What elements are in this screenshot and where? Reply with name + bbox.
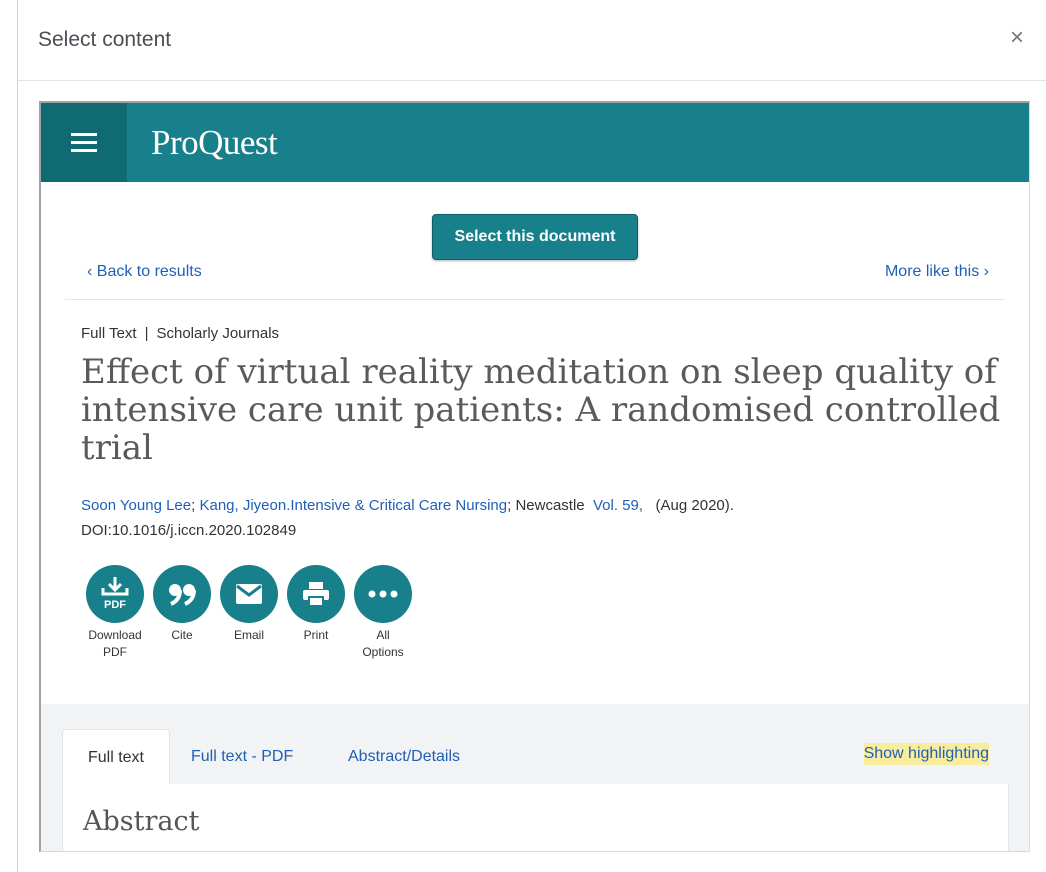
author-link[interactable]: Soon Young Lee xyxy=(81,497,191,514)
publication-place: ; Newcastle xyxy=(507,497,585,514)
download-label: Download xyxy=(88,628,142,642)
tab-full-text[interactable]: Full text xyxy=(62,729,170,786)
author-journal-link[interactable]: Kang, Jiyeon.Intensive & Critical Care N… xyxy=(199,497,507,514)
quote-icon[interactable] xyxy=(153,565,211,623)
tab-full-text-pdf[interactable]: Full text - PDF xyxy=(191,729,293,785)
printer-icon[interactable] xyxy=(287,565,345,623)
abstract-heading: Abstract xyxy=(83,806,200,837)
pdf-icon-text: PDF xyxy=(104,599,126,611)
more-like-this-link[interactable]: More like this › xyxy=(885,263,989,281)
email-action[interactable]: Email xyxy=(215,565,283,644)
download-pdf-action[interactable]: PDF Download PDF xyxy=(81,565,149,661)
source-type: Full Text xyxy=(81,325,137,342)
all-label: All xyxy=(376,628,390,642)
proquest-header: ProQuest xyxy=(41,103,1029,182)
proquest-logo[interactable]: ProQuest xyxy=(151,123,278,163)
show-highlighting-button[interactable]: Show highlighting xyxy=(863,743,989,765)
document-preview-frame: ProQuest Select this document ‹ Back to … xyxy=(39,101,1030,852)
type-separator: | xyxy=(144,325,149,342)
close-icon[interactable]: × xyxy=(1010,26,1024,50)
citation-info: Soon Young Lee; Kang, Jiyeon.Intensive &… xyxy=(81,493,1001,543)
dialog-title: Select content xyxy=(38,28,172,51)
author-separator: ; xyxy=(191,497,196,514)
email-label: Email xyxy=(233,628,264,642)
full-text-panel xyxy=(62,784,1009,851)
options-label: Options xyxy=(362,645,404,659)
doi: DOI:10.1016/j.iccn.2020.102849 xyxy=(81,522,297,539)
document-title: Effect of virtual reality meditation on … xyxy=(81,352,1001,468)
cite-action[interactable]: Cite xyxy=(148,565,216,644)
download-label-2: PDF xyxy=(103,645,127,659)
dialog-header: Select content × xyxy=(18,0,1046,81)
more-dots-icon[interactable] xyxy=(354,565,412,623)
publication-date: (Aug 2020). xyxy=(655,497,734,514)
print-action[interactable]: Print xyxy=(282,565,350,644)
download-pdf-icon[interactable]: PDF xyxy=(86,565,144,623)
select-document-button[interactable]: Select this document xyxy=(432,214,638,260)
all-options-action[interactable]: All Options xyxy=(349,565,417,661)
hamburger-menu-icon[interactable] xyxy=(41,103,127,182)
divider xyxy=(65,299,1005,300)
envelope-icon[interactable] xyxy=(220,565,278,623)
journal-type: Scholarly Journals xyxy=(156,325,280,342)
document-type: Full Text | Scholarly Journals xyxy=(81,325,279,342)
window-edge xyxy=(17,0,18,872)
tab-abstract-details[interactable]: Abstract/Details xyxy=(348,729,460,785)
volume-link[interactable]: Vol. 59, xyxy=(593,497,643,514)
cite-label: Cite xyxy=(171,628,193,642)
back-to-results-link[interactable]: ‹ Back to results xyxy=(87,263,202,281)
print-label: Print xyxy=(303,628,329,642)
